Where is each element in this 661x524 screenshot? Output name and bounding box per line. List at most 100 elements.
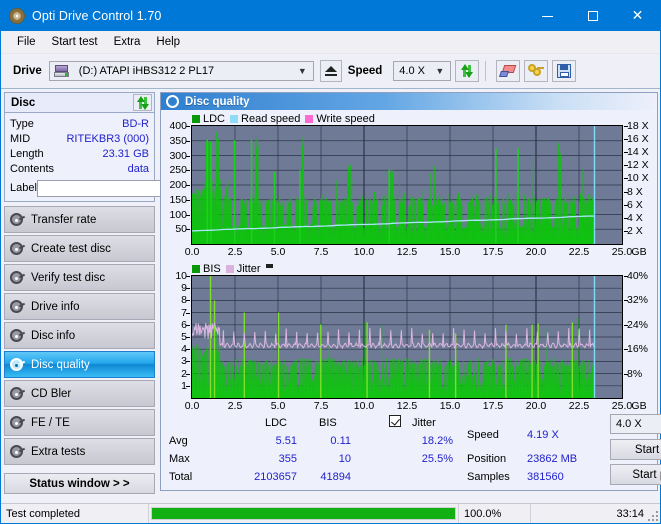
disc-label-caption: Label bbox=[10, 182, 37, 194]
title-bar: Opti Drive Control 1.70 ✕ bbox=[1, 1, 660, 31]
menu-extra[interactable]: Extra bbox=[106, 33, 149, 51]
window-controls: ✕ bbox=[525, 1, 660, 31]
sidebar-item-label: Create test disc bbox=[31, 242, 111, 255]
refresh-button[interactable] bbox=[455, 60, 480, 82]
eject-button[interactable] bbox=[319, 60, 342, 82]
sidebar-item-verify-test-disc[interactable]: Verify test disc bbox=[4, 264, 155, 291]
sidebar-item-drive-info[interactable]: Drive info bbox=[4, 293, 155, 320]
y-tick-mark bbox=[186, 126, 190, 127]
ldc-plot[interactable] bbox=[191, 125, 623, 245]
y-tick-mark bbox=[186, 140, 190, 142]
floppy-disk-icon bbox=[557, 64, 572, 78]
sidebar-item-create-test-disc[interactable]: Create test disc bbox=[4, 235, 155, 262]
y-tick-mark bbox=[186, 288, 190, 290]
position-stat-value: 23862 MB bbox=[527, 453, 578, 465]
sidebar-item-cd-bler[interactable]: CD Bler bbox=[4, 380, 155, 407]
optical-drive-icon bbox=[53, 64, 70, 78]
legend-swatch-ldc bbox=[192, 114, 200, 123]
x-tick-label: 10.0 bbox=[353, 400, 375, 412]
legend-label-ldc: LDC bbox=[203, 112, 226, 125]
bis-plot[interactable] bbox=[191, 275, 623, 399]
progress-track bbox=[151, 507, 456, 520]
progress-bar bbox=[149, 504, 459, 523]
x-tick-label: 17.5 bbox=[482, 246, 504, 258]
eraser-icon bbox=[499, 64, 517, 78]
x-tick-label: 20.0 bbox=[525, 400, 547, 412]
sidebar-item-fe-te[interactable]: FE / TE bbox=[4, 409, 155, 436]
drive-select[interactable]: (D:) ATAPI iHBS312 2 PL17 ▼ bbox=[48, 61, 314, 81]
disc-field-contents-label: Contents bbox=[10, 162, 55, 175]
y2-tick-mark bbox=[624, 204, 628, 206]
sidebar-item-disc-quality[interactable]: Disc quality bbox=[4, 351, 155, 378]
x-tick-label: 15.0 bbox=[439, 400, 461, 412]
resize-grip[interactable] bbox=[648, 511, 658, 521]
refresh-icon bbox=[460, 64, 474, 78]
disc-icon bbox=[5, 213, 27, 226]
x-tick-label: 7.5 bbox=[313, 246, 329, 258]
minimize-icon bbox=[542, 15, 553, 17]
window-title: Opti Drive Control 1.70 bbox=[32, 9, 162, 23]
y2-tick-mark bbox=[624, 324, 628, 326]
close-button[interactable]: ✕ bbox=[615, 1, 660, 31]
x-tick-label: 2.5 bbox=[227, 400, 243, 412]
disc-refresh-button[interactable] bbox=[133, 94, 152, 111]
main-panel: Disc quality LDC Read speed Write speed … bbox=[158, 89, 661, 494]
speed-label: Speed bbox=[347, 65, 383, 77]
start-full-button[interactable]: Start full bbox=[610, 439, 661, 460]
y-tick-mark bbox=[186, 361, 190, 363]
y2-tick-mark bbox=[624, 191, 628, 193]
legend-item-write-speed: Write speed bbox=[305, 113, 375, 125]
stats-bis-max: 10 bbox=[338, 453, 351, 465]
sidebar-item-label: Drive info bbox=[31, 300, 80, 313]
y-tick-mark bbox=[186, 214, 190, 216]
x-tick-label: 12.5 bbox=[396, 246, 418, 258]
y-tick-mark bbox=[186, 300, 190, 302]
ldc-chart-legend: LDC Read speed Write speed bbox=[164, 112, 654, 125]
minimize-button[interactable] bbox=[525, 1, 570, 31]
x-tick-label: 22.5 bbox=[568, 246, 590, 258]
y2-tick-mark bbox=[624, 373, 628, 375]
x-tick-label: 12.5 bbox=[396, 400, 418, 412]
bis-chart-legend: BIS Jitter bbox=[164, 262, 654, 275]
y2-tick-mark bbox=[624, 300, 628, 302]
stats-jitter-max: 25.5% bbox=[421, 453, 453, 465]
legend-label-jitter: Jitter bbox=[236, 262, 261, 275]
sidebar-item-disc-info[interactable]: Disc info bbox=[4, 322, 155, 349]
bis-plot-wrap: 1 2 3 4 5 6 7 8 9 10 8% 16% 24% 32% 40% bbox=[164, 270, 654, 399]
disc-fields: Type BD-R MID RITEKBR3 (000) Length 23.3… bbox=[5, 113, 205, 201]
y-tick-mark bbox=[186, 324, 190, 326]
sidebar-item-extra-tests[interactable]: Extra tests bbox=[4, 438, 155, 465]
y2-tick-mark bbox=[624, 230, 628, 232]
y2-tick-mark bbox=[624, 165, 628, 167]
disc-group: Disc Type BD-R MID RITEKBR3 (000) Length… bbox=[4, 92, 205, 202]
y-tick-mark bbox=[186, 349, 190, 351]
y2-tick-mark bbox=[624, 178, 628, 180]
test-speed-select[interactable]: 4.0 X ▼ bbox=[610, 414, 661, 434]
save-button[interactable] bbox=[552, 60, 577, 82]
menu-file[interactable]: File bbox=[9, 33, 44, 51]
maximize-button[interactable] bbox=[570, 1, 615, 31]
status-window-button[interactable]: Status window > > bbox=[4, 473, 155, 494]
y-tick-mark bbox=[186, 373, 190, 375]
speed-select[interactable]: 4.0 X ▼ bbox=[393, 61, 452, 81]
menu-start-test[interactable]: Start test bbox=[44, 33, 106, 51]
legend-item-bis: BIS bbox=[192, 263, 221, 275]
y-tick-mark bbox=[186, 276, 190, 277]
legend-label-write-speed: Write speed bbox=[316, 112, 375, 125]
disc-field-contents-value: data bbox=[127, 162, 149, 175]
app-disc-icon bbox=[9, 8, 25, 24]
tools-button[interactable] bbox=[524, 60, 549, 82]
start-part-button[interactable]: Start part bbox=[610, 464, 661, 485]
sidebar-item-label: FE / TE bbox=[31, 416, 70, 429]
disc-icon bbox=[5, 329, 27, 342]
x-tick-label: 2.5 bbox=[227, 246, 243, 258]
sidebar-item-transfer-rate[interactable]: Transfer rate bbox=[4, 206, 155, 233]
status-window-wrap: Status window > > bbox=[4, 473, 155, 494]
position-stat-label: Position bbox=[467, 453, 507, 465]
ldc-y-axis: 50 100 150 200 250 300 350 400 bbox=[164, 120, 190, 245]
jitter-checkbox[interactable] bbox=[389, 415, 401, 428]
erase-button[interactable] bbox=[496, 60, 521, 82]
progress-percent: 100.0% bbox=[459, 504, 531, 523]
menu-help[interactable]: Help bbox=[148, 33, 188, 51]
page-title: Disc quality bbox=[185, 95, 250, 108]
